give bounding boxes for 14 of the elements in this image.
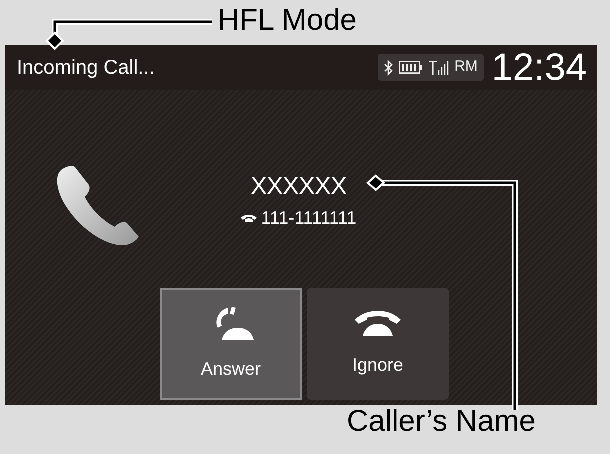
clock: 12:34 (492, 48, 587, 86)
status-text: RM (454, 57, 478, 78)
phone-icon (241, 214, 258, 223)
answer-button[interactable]: Answer (160, 288, 302, 400)
hang-up-icon (355, 310, 401, 338)
callout-label: Caller’s Name (347, 407, 536, 437)
callout-label: HFL Mode (218, 6, 357, 36)
ignore-button[interactable]: Ignore (307, 288, 449, 400)
caller-name: XXXXXX (250, 172, 348, 202)
signal-icon (428, 60, 449, 75)
bluetooth-icon (384, 60, 393, 76)
battery-icon (398, 61, 423, 74)
caller-number: 111-1111111 (261, 207, 357, 230)
screen-title: Incoming Call... (17, 56, 155, 80)
